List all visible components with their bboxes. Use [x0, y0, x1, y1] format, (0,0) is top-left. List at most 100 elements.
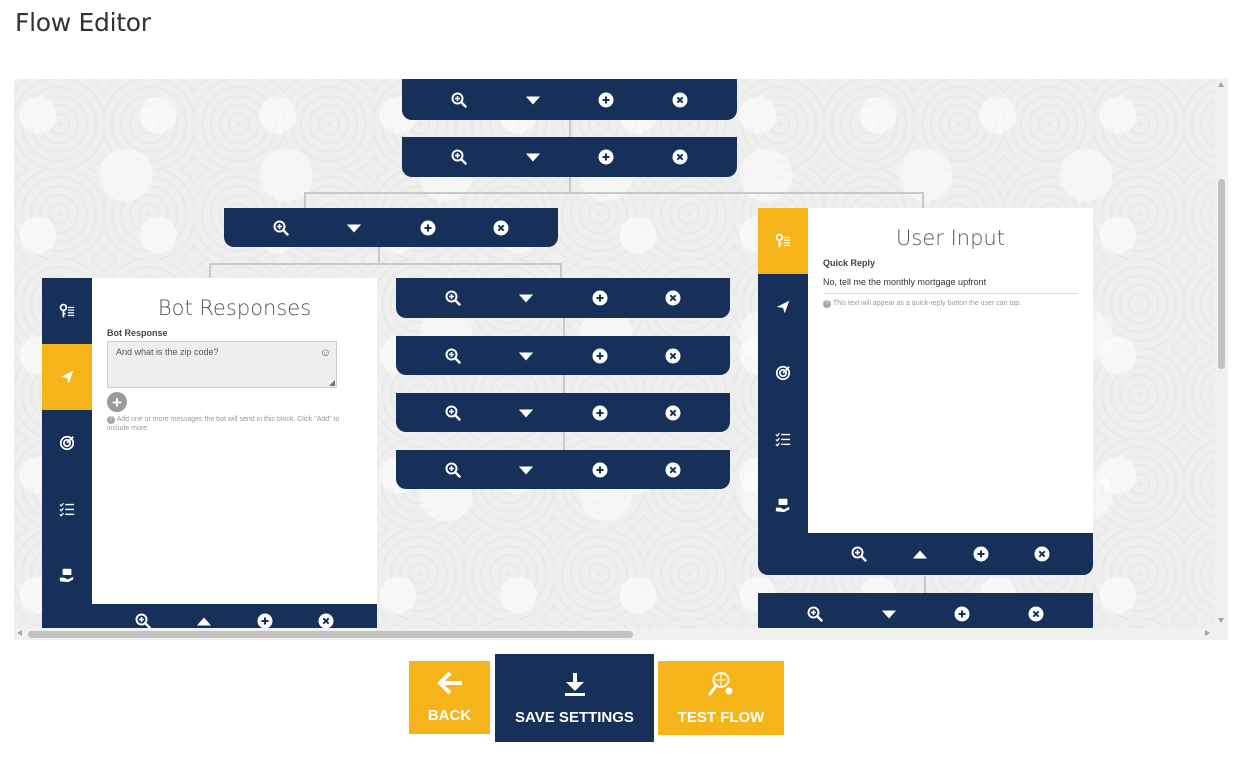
caret-up-icon[interactable]	[196, 613, 212, 628]
sidebar-hand-button[interactable]	[42, 542, 92, 608]
caret-down-icon[interactable]	[518, 290, 534, 306]
node-toolbar	[402, 79, 737, 120]
back-button[interactable]: BACK	[409, 661, 490, 734]
connector-line	[563, 317, 565, 337]
connector-line	[304, 192, 306, 209]
plus-circle-icon[interactable]	[592, 462, 608, 478]
sidebar-send-button[interactable]	[758, 274, 808, 340]
zoom-in-icon[interactable]	[851, 546, 867, 562]
zoom-in-icon[interactable]	[451, 149, 467, 165]
plus-circle-icon[interactable]	[420, 220, 436, 236]
scroll-left-arrow-icon[interactable]	[17, 630, 22, 636]
sidebar-target-button[interactable]	[758, 340, 808, 406]
node-toolbar	[396, 393, 730, 432]
caret-down-icon[interactable]	[525, 149, 541, 165]
sidebar-checklist-button[interactable]	[758, 406, 808, 472]
plus-circle-icon[interactable]	[257, 613, 273, 628]
node-toolbar	[396, 336, 730, 375]
user-input-node: User Input Quick Reply No, tell me the m…	[758, 208, 1093, 575]
sidebar-keys-button[interactable]	[42, 278, 92, 344]
plus-circle-icon[interactable]	[973, 546, 989, 562]
close-circle-icon[interactable]	[672, 149, 688, 165]
quick-reply-input[interactable]: No, tell me the monthly mortgage upfront	[823, 277, 1078, 294]
connector-line	[563, 374, 565, 394]
bot-response-textarea[interactable]: And what is the zip code? ☺ ◢	[107, 341, 337, 388]
emoji-icon[interactable]: ☺	[320, 347, 331, 359]
zoom-in-icon[interactable]	[807, 606, 823, 622]
scroll-down-arrow-icon[interactable]	[1218, 618, 1224, 623]
connector-line	[924, 576, 926, 594]
zoom-in-icon[interactable]	[135, 613, 151, 628]
sidebar-keys-button[interactable]	[758, 208, 808, 274]
keys-icon	[775, 233, 791, 249]
add-message-button[interactable]: +	[107, 392, 127, 412]
target-icon	[775, 365, 791, 381]
close-circle-icon[interactable]	[493, 220, 509, 236]
save-settings-button[interactable]: SAVE SETTINGS	[495, 654, 654, 742]
zoom-in-icon[interactable]	[445, 290, 461, 306]
bot-responses-node: Bot Responses Bot Response And what is t…	[42, 278, 377, 628]
flow-canvas[interactable]: Bot Responses Bot Response And what is t…	[14, 79, 1215, 628]
caret-down-icon[interactable]	[346, 220, 362, 236]
horizontal-scroll-thumb[interactable]	[28, 631, 633, 638]
scroll-right-arrow-icon[interactable]	[1205, 630, 1210, 636]
vertical-scroll-thumb[interactable]	[1218, 179, 1225, 369]
caret-down-icon[interactable]	[518, 348, 534, 364]
connector-line	[569, 118, 571, 138]
connector-line	[563, 431, 565, 451]
caret-down-icon[interactable]	[881, 606, 897, 622]
plus-circle-icon[interactable]	[598, 92, 614, 108]
sidebar-checklist-button[interactable]	[42, 476, 92, 542]
node-toolbar	[224, 208, 558, 247]
download-icon	[563, 671, 587, 701]
close-circle-icon[interactable]	[665, 462, 681, 478]
help-text: ? This text will appear as a quick-reply…	[823, 299, 1078, 308]
checklist-icon	[59, 501, 75, 517]
close-circle-icon[interactable]	[672, 92, 688, 108]
node-toolbar	[808, 533, 1093, 575]
sidebar-send-button[interactable]	[42, 344, 92, 410]
bot-response-text: And what is the zip code?	[116, 347, 219, 357]
target-icon	[59, 435, 75, 451]
save-settings-label: SAVE SETTINGS	[515, 708, 634, 726]
user-input-panel: User Input Quick Reply No, tell me the m…	[808, 208, 1093, 533]
caret-down-icon[interactable]	[525, 92, 541, 108]
resize-handle-icon[interactable]: ◢	[329, 378, 335, 387]
test-flow-label: TEST FLOW	[677, 708, 765, 726]
arrow-left-icon	[436, 671, 464, 699]
racket-icon	[707, 671, 735, 701]
node-toolbar	[758, 593, 1093, 628]
paper-plane-icon	[775, 299, 791, 315]
close-circle-icon[interactable]	[665, 290, 681, 306]
zoom-in-icon[interactable]	[445, 348, 461, 364]
sidebar-target-button[interactable]	[42, 410, 92, 476]
zoom-in-icon[interactable]	[445, 405, 461, 421]
vertical-scrollbar[interactable]	[1215, 79, 1228, 628]
horizontal-scrollbar[interactable]	[14, 628, 1228, 640]
plus-circle-icon[interactable]	[592, 290, 608, 306]
close-circle-icon[interactable]	[665, 348, 681, 364]
caret-down-icon[interactable]	[518, 462, 534, 478]
field-label: Bot Response	[107, 328, 168, 338]
test-flow-button[interactable]: TEST FLOW	[658, 661, 784, 735]
plus-circle-icon[interactable]	[598, 149, 614, 165]
caret-up-icon[interactable]	[912, 546, 928, 562]
hand-card-icon	[59, 567, 75, 583]
close-circle-icon[interactable]	[665, 405, 681, 421]
plus-circle-icon[interactable]	[954, 606, 970, 622]
close-circle-icon[interactable]	[1028, 606, 1044, 622]
scroll-up-arrow-icon[interactable]	[1218, 82, 1224, 87]
close-circle-icon[interactable]	[318, 613, 334, 628]
panel-title: User Input	[896, 226, 1005, 250]
node-toolbar	[396, 278, 730, 318]
sidebar-hand-button[interactable]	[758, 472, 808, 538]
plus-circle-icon[interactable]	[592, 348, 608, 364]
zoom-in-icon[interactable]	[273, 220, 289, 236]
zoom-in-icon[interactable]	[445, 462, 461, 478]
zoom-in-icon[interactable]	[451, 92, 467, 108]
plus-circle-icon[interactable]	[592, 405, 608, 421]
paper-plane-icon	[59, 369, 75, 385]
connector-line	[209, 263, 561, 265]
close-circle-icon[interactable]	[1034, 546, 1050, 562]
caret-down-icon[interactable]	[518, 405, 534, 421]
